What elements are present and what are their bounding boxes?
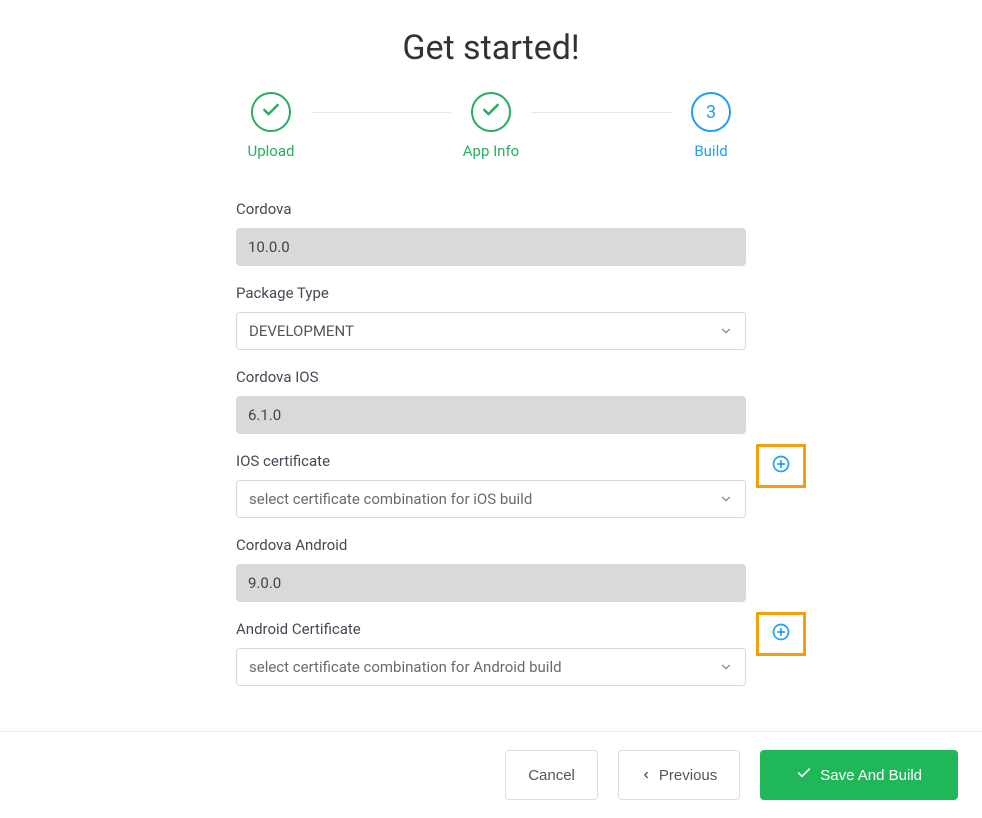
step-appinfo-circle [471, 92, 511, 132]
cordova-ios-value: 6.1.0 [236, 396, 746, 434]
cordova-android-value: 9.0.0 [236, 564, 746, 602]
cordova-ios-label: Cordova IOS [236, 368, 746, 386]
step-build-label: Build [694, 142, 727, 160]
check-icon [796, 765, 812, 785]
chevron-down-icon [719, 324, 733, 338]
step-upload-circle [251, 92, 291, 132]
package-type-value: DEVELOPMENT [249, 322, 354, 340]
step-build: 3 Build [671, 92, 751, 160]
ios-cert-label: IOS certificate [236, 452, 330, 470]
add-ios-cert-button[interactable] [756, 444, 806, 488]
ios-cert-placeholder: select certificate combination for iOS b… [249, 490, 532, 508]
page-title: Get started! [0, 0, 982, 92]
cancel-label: Cancel [528, 767, 575, 784]
check-icon [481, 100, 501, 124]
cancel-button[interactable]: Cancel [505, 750, 598, 800]
step-appinfo-label: App Info [463, 142, 519, 160]
cordova-label: Cordova [236, 200, 746, 218]
previous-label: Previous [659, 767, 717, 784]
step-line [311, 112, 451, 113]
step-number: 3 [706, 102, 716, 123]
step-build-circle: 3 [691, 92, 731, 132]
ios-cert-select[interactable]: select certificate combination for iOS b… [236, 480, 746, 518]
field-package-type: Package Type DEVELOPMENT [236, 284, 746, 350]
form-area: Cordova 10.0.0 Package Type DEVELOPMENT … [236, 200, 746, 686]
previous-button[interactable]: Previous [618, 750, 740, 800]
save-build-label: Save And Build [820, 767, 922, 784]
cordova-android-label: Cordova Android [236, 536, 746, 554]
android-cert-label: Android Certificate [236, 620, 361, 638]
plus-circle-icon [771, 622, 791, 646]
package-type-label: Package Type [236, 284, 746, 302]
field-cordova: Cordova 10.0.0 [236, 200, 746, 266]
chevron-left-icon [641, 767, 651, 784]
step-upload-label: Upload [248, 142, 295, 160]
footer: Cancel Previous Save And Build [0, 731, 982, 818]
add-android-cert-button[interactable] [756, 612, 806, 656]
field-ios-cert: IOS certificate select certificate combi… [236, 452, 746, 518]
step-appinfo: App Info [451, 92, 531, 160]
stepper: Upload App Info 3 Build [231, 92, 751, 160]
plus-circle-icon [771, 454, 791, 478]
package-type-select[interactable]: DEVELOPMENT [236, 312, 746, 350]
field-cordova-ios: Cordova IOS 6.1.0 [236, 368, 746, 434]
check-icon [261, 100, 281, 124]
step-line [531, 112, 671, 113]
chevron-down-icon [719, 492, 733, 506]
save-and-build-button[interactable]: Save And Build [760, 750, 958, 800]
android-cert-select[interactable]: select certificate combination for Andro… [236, 648, 746, 686]
field-android-cert: Android Certificate select certificate c… [236, 620, 746, 686]
step-upload: Upload [231, 92, 311, 160]
chevron-down-icon [719, 660, 733, 674]
android-cert-placeholder: select certificate combination for Andro… [249, 658, 562, 676]
cordova-value: 10.0.0 [236, 228, 746, 266]
field-cordova-android: Cordova Android 9.0.0 [236, 536, 746, 602]
